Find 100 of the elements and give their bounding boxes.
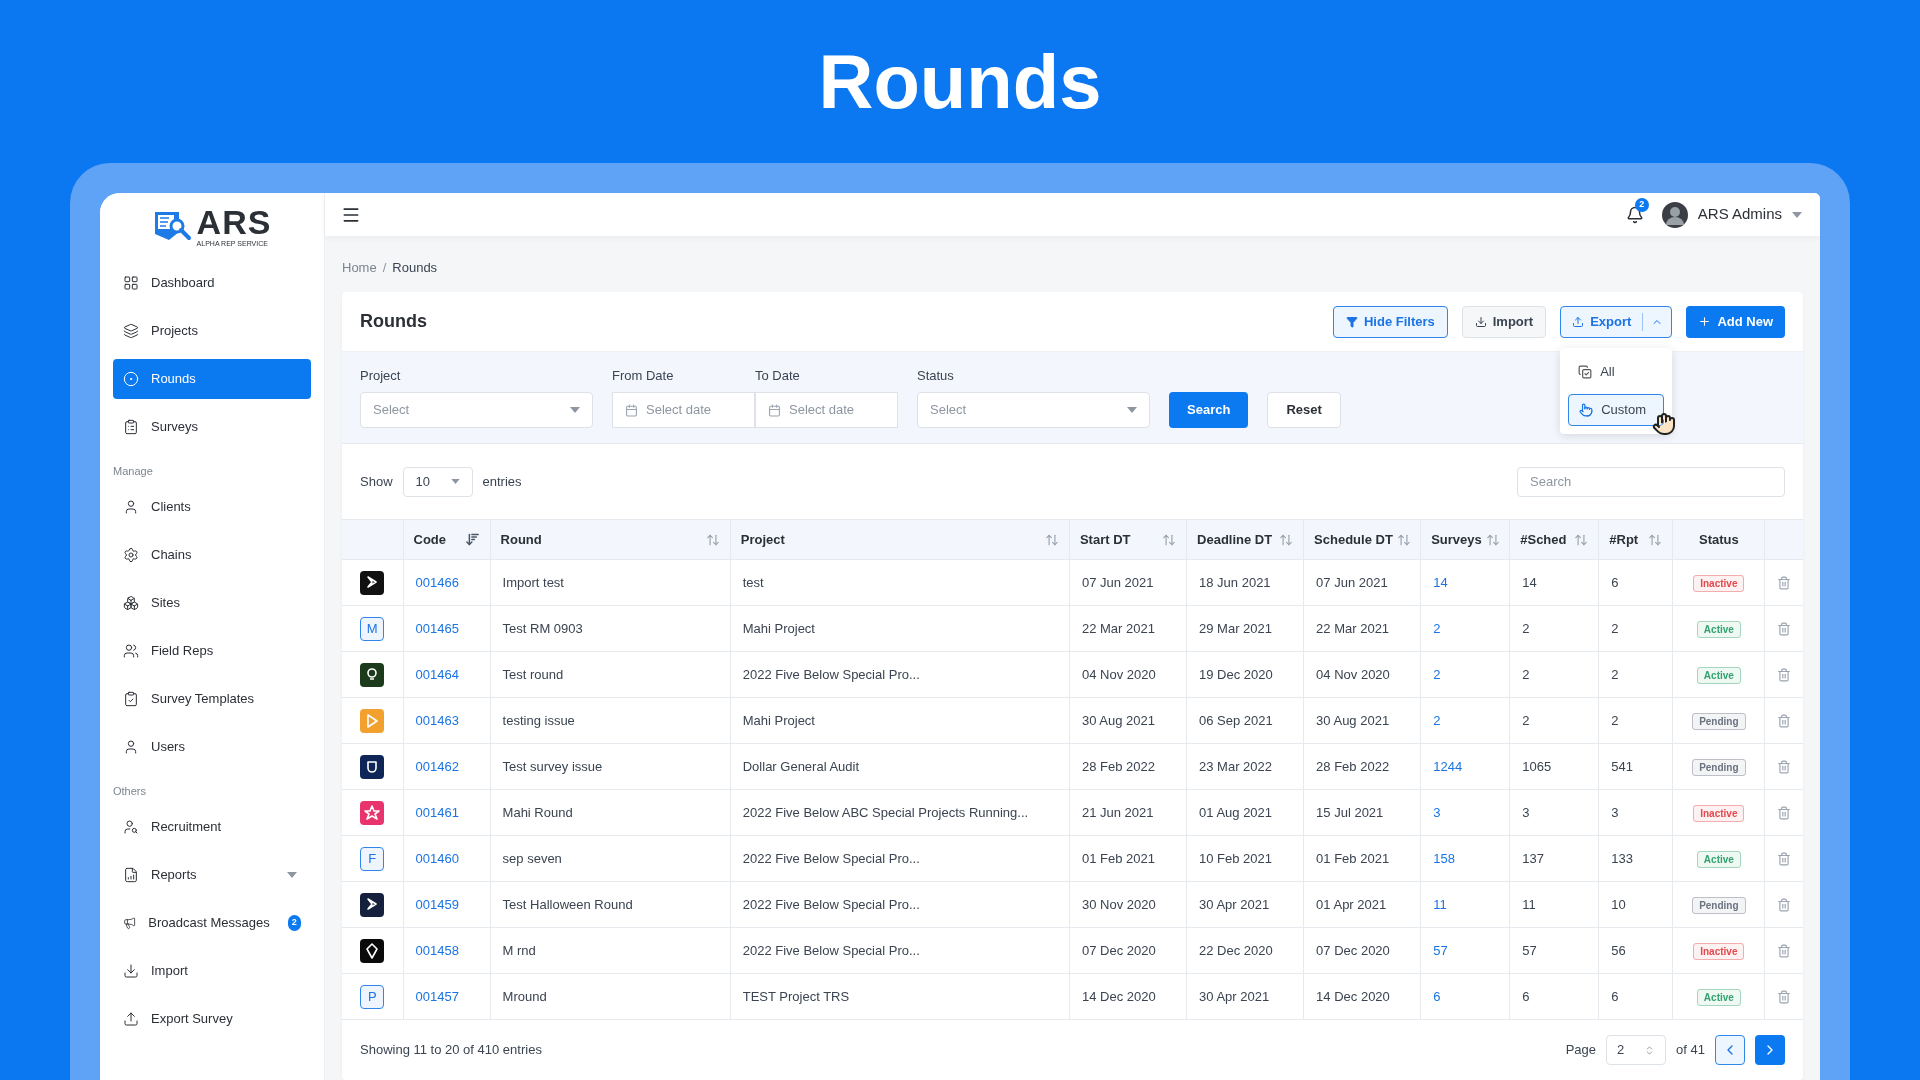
delete-icon[interactable]: [1777, 621, 1792, 636]
nav-item[interactable]: Reports: [113, 855, 311, 895]
column-header[interactable]: Status: [1672, 519, 1765, 560]
delete-icon[interactable]: [1777, 989, 1792, 1004]
delete-icon[interactable]: [1777, 713, 1792, 728]
page-size-select[interactable]: 10: [402, 466, 473, 497]
breadcrumb-item[interactable]: Home: [342, 258, 377, 278]
caret-icon: [450, 479, 460, 484]
table-link[interactable]: 3: [1433, 804, 1441, 820]
table-link[interactable]: 001464: [415, 666, 459, 682]
table-link[interactable]: 158: [1433, 850, 1455, 866]
page-number-field[interactable]: 2: [1606, 1035, 1667, 1065]
table-link[interactable]: 001461: [415, 804, 459, 820]
table-link[interactable]: 001462: [415, 758, 459, 774]
table-link[interactable]: 11: [1433, 896, 1447, 912]
column-header[interactable]: Surveys: [1420, 519, 1510, 560]
menu-item[interactable]: All: [1568, 355, 1665, 388]
nav-item[interactable]: Recruitment: [113, 807, 311, 847]
column-header[interactable]: #Rpt: [1598, 519, 1673, 560]
table-link[interactable]: 2: [1433, 666, 1441, 682]
nav-item[interactable]: Import: [113, 951, 311, 991]
logo-text: ARS: [196, 205, 272, 239]
nav-item[interactable]: Chains: [113, 535, 311, 575]
nav-item[interactable]: Dashboard: [113, 263, 311, 303]
search-button[interactable]: Search: [1169, 392, 1249, 428]
nav-item[interactable]: Projects: [113, 311, 311, 351]
table-cell: 2: [1611, 666, 1619, 682]
table-link[interactable]: 001465: [415, 620, 459, 636]
sort-descending-icon[interactable]: [464, 532, 480, 547]
nav-item[interactable]: Clients: [113, 487, 311, 527]
nav-item[interactable]: Surveys: [113, 407, 311, 447]
sort-icon[interactable]: [1648, 532, 1663, 547]
table-cell: 2: [1522, 620, 1530, 636]
delete-icon[interactable]: [1777, 575, 1792, 590]
table-cell: testing issue: [502, 712, 575, 728]
nav-item[interactable]: Export Survey: [113, 999, 311, 1039]
table-link[interactable]: 001460: [415, 850, 459, 866]
table-link[interactable]: 001457: [415, 988, 459, 1004]
sort-icon[interactable]: [1485, 532, 1500, 547]
table-cell: 23 Mar 2022: [1199, 758, 1273, 774]
delete-icon[interactable]: [1777, 851, 1792, 866]
table-cell: 2022 Five Below Special Pro...: [742, 896, 920, 912]
search-field[interactable]: Search: [1517, 466, 1785, 497]
column-header[interactable]: Schedule DT: [1303, 519, 1421, 560]
nav-item[interactable]: Rounds: [113, 359, 311, 399]
hide-filters-button[interactable]: Hide Filters: [1332, 305, 1448, 338]
delete-icon[interactable]: [1777, 805, 1792, 820]
user-menu[interactable]: ARS Admins: [1661, 201, 1802, 228]
column-header[interactable]: Deadline DT: [1186, 519, 1304, 560]
table-link[interactable]: 2: [1433, 620, 1441, 636]
sort-icon[interactable]: [1162, 532, 1177, 547]
table-link[interactable]: 001458: [415, 942, 459, 958]
table-link[interactable]: 6: [1433, 988, 1441, 1004]
gear-icon: [123, 547, 139, 563]
column-header[interactable]: Round: [490, 519, 731, 560]
column-header[interactable]: #Sched: [1509, 519, 1599, 560]
bell-icon[interactable]: [1625, 205, 1644, 224]
nav-item[interactable]: Field Reps: [113, 631, 311, 671]
previous-page-button[interactable]: [1715, 1035, 1745, 1065]
table-cell: 01 Aug 2021: [1199, 804, 1273, 820]
table-link[interactable]: 001459: [415, 896, 459, 912]
breadcrumb-item: Rounds: [392, 259, 438, 278]
notification-badge: 2: [1634, 197, 1649, 212]
nav-item[interactable]: Broadcast Messages 2: [113, 903, 311, 943]
calendar-icon: [625, 403, 638, 417]
table-cell: 30 Aug 2021: [1316, 712, 1390, 728]
table-link[interactable]: 1244: [1433, 758, 1463, 774]
table-cell: 2022 Five Below ABC Special Projects Running...: [742, 804, 1029, 820]
status-badge: Inactive: [1693, 574, 1745, 592]
column-header[interactable]: Start DT: [1069, 519, 1187, 560]
table-link[interactable]: 001466: [415, 574, 459, 590]
sort-icon[interactable]: [1279, 532, 1294, 547]
import-button[interactable]: Import: [1461, 305, 1547, 338]
clipboard-icon: [123, 419, 139, 435]
sort-icon[interactable]: [1044, 532, 1059, 547]
reset-button[interactable]: Reset: [1267, 392, 1341, 428]
delete-icon[interactable]: [1777, 759, 1792, 774]
next-page-button[interactable]: [1755, 1035, 1785, 1065]
delete-icon[interactable]: [1777, 897, 1792, 912]
menu-item[interactable]: Custom: [1568, 393, 1665, 426]
column-header[interactable]: Project: [730, 519, 1070, 560]
status-badge: Pending: [1692, 712, 1746, 730]
delete-icon[interactable]: [1777, 943, 1792, 958]
column-header[interactable]: Code: [403, 519, 491, 560]
nav-item[interactable]: Users: [113, 727, 311, 767]
table-link[interactable]: 2: [1433, 712, 1441, 728]
sort-icon[interactable]: [1574, 532, 1589, 547]
nav-item[interactable]: Sites: [113, 583, 311, 623]
nav-item[interactable]: Survey Templates: [113, 679, 311, 719]
export-button[interactable]: Export: [1561, 306, 1643, 337]
table-link[interactable]: 001463: [415, 712, 459, 728]
delete-icon[interactable]: [1777, 667, 1792, 682]
add-new-button[interactable]: Add New: [1686, 305, 1785, 338]
filter-label: From Date: [612, 367, 675, 384]
table-link[interactable]: 57: [1433, 942, 1448, 958]
page-title: Rounds: [818, 37, 1102, 126]
plus-icon: [1698, 315, 1712, 328]
table-link[interactable]: 14: [1433, 574, 1448, 590]
sort-icon[interactable]: [705, 532, 720, 547]
sort-icon[interactable]: [1396, 532, 1411, 547]
